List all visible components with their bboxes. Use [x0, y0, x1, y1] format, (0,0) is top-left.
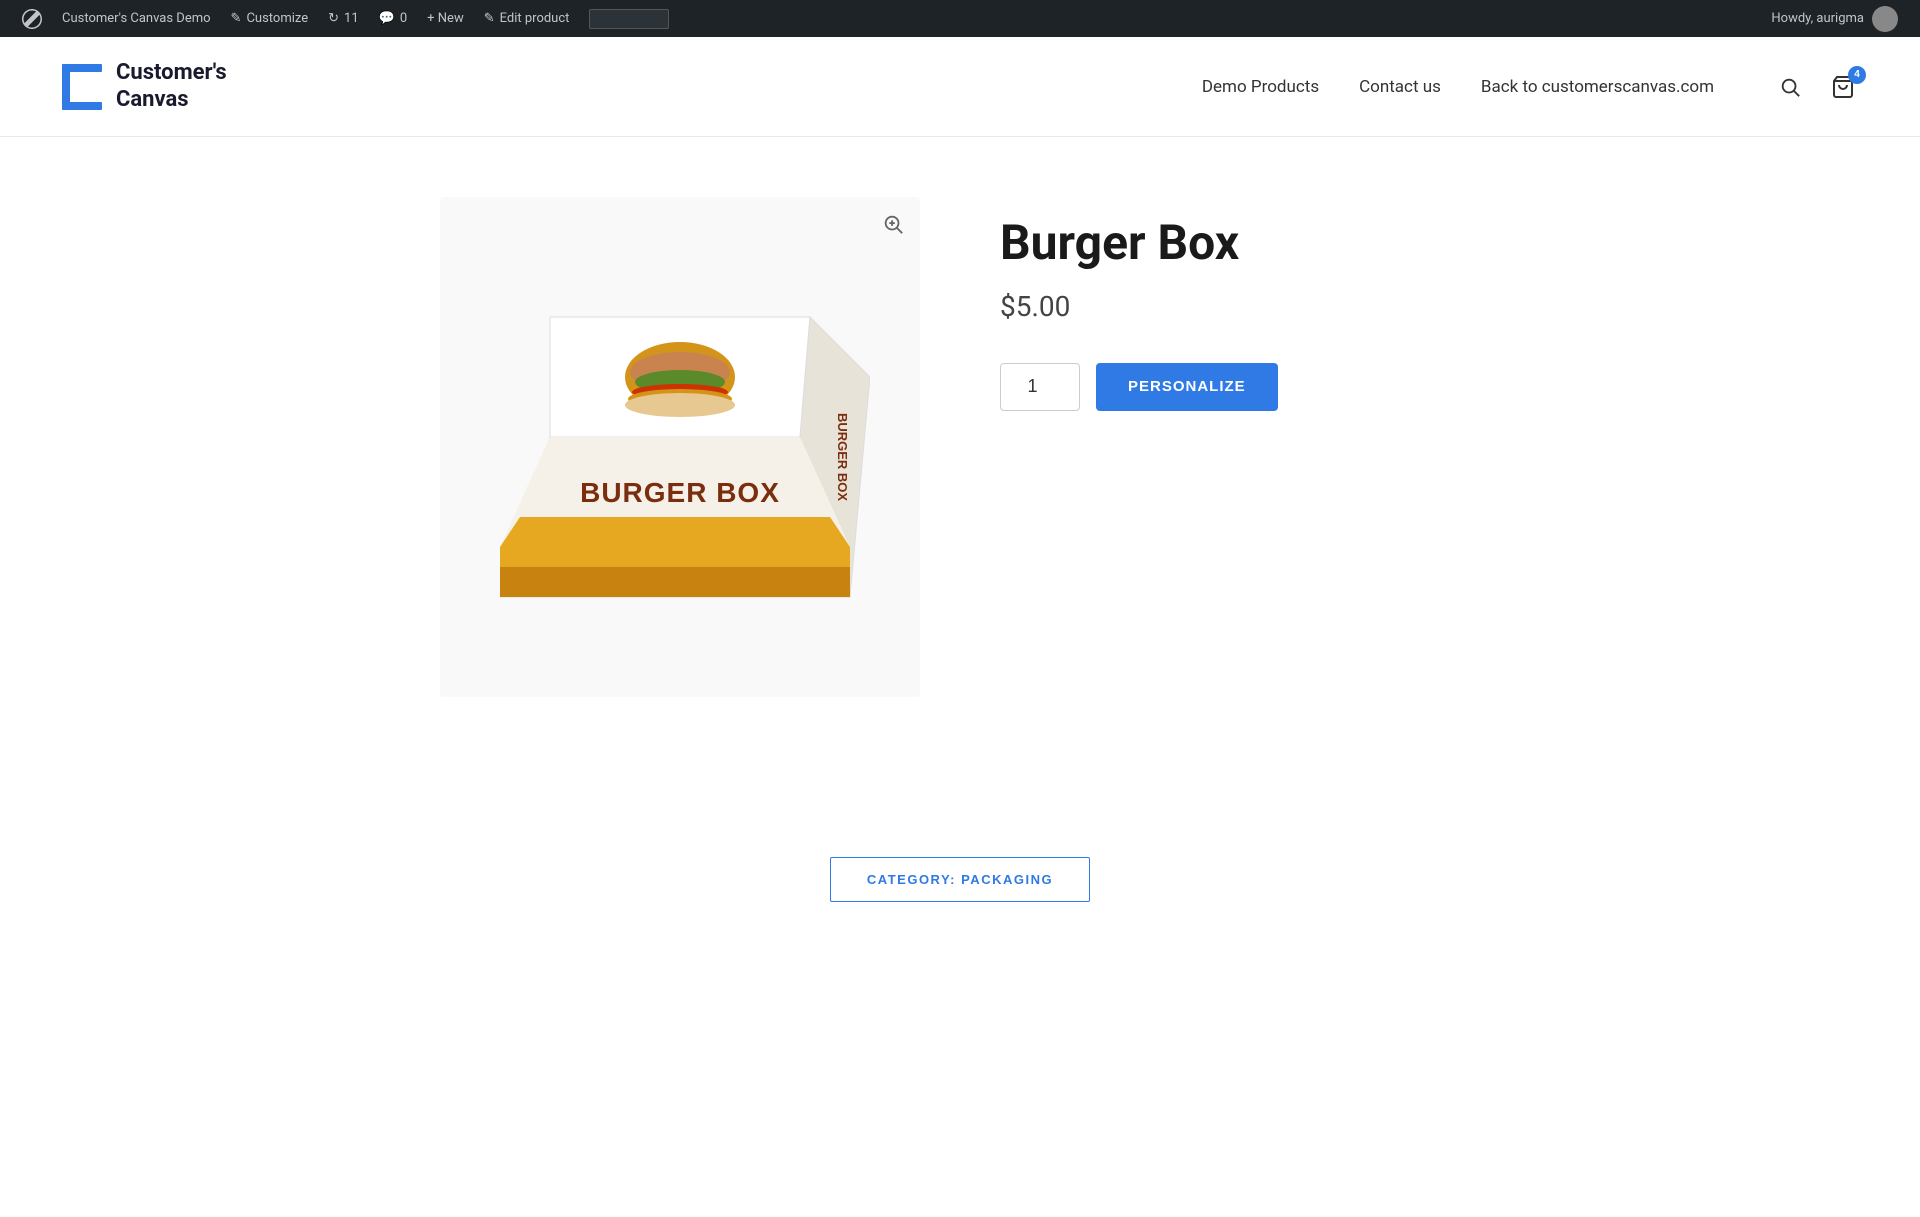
updates-count: 11 [344, 11, 359, 26]
comments-icon: 💬 [379, 11, 395, 26]
product-details: Burger Box $5.00 PERSONALIZE [1000, 197, 1480, 697]
search-icon [1779, 76, 1801, 98]
product-actions: PERSONALIZE [1000, 363, 1480, 411]
cart-count: 4 [1848, 66, 1866, 84]
new-label: + New [427, 11, 464, 26]
nav-contact-us[interactable]: Contact us [1359, 77, 1441, 97]
admin-bar-comments[interactable]: 💬 0 [369, 0, 418, 37]
nav-demo-products[interactable]: Demo Products [1202, 77, 1319, 97]
quantity-input[interactable] [1000, 363, 1080, 411]
product-page: BURGER BOX BURGER BOX Burger Box $5.00 P… [360, 137, 1560, 757]
main-nav: Demo Products Contact us Back to custome… [1202, 77, 1714, 97]
admin-bar-customize[interactable]: ✎ Customize [221, 0, 319, 37]
admin-bar-new[interactable]: + New [417, 0, 474, 37]
logo-text: Customer's Canvas [116, 60, 227, 113]
nav-back-to-site[interactable]: Back to customerscanvas.com [1481, 77, 1714, 97]
product-title: Burger Box [1000, 217, 1480, 270]
main-header: Customer's Canvas Demo Products Contact … [0, 37, 1920, 137]
logo-icon [60, 62, 104, 112]
product-image-area: BURGER BOX BURGER BOX [440, 197, 920, 697]
admin-bar-site-label: Customer's Canvas Demo [62, 11, 211, 26]
comments-label: 0 [400, 11, 407, 26]
svg-text:BURGER BOX: BURGER BOX [835, 413, 850, 501]
admin-bar-search[interactable] [579, 0, 679, 37]
admin-bar-edit-product[interactable]: ✎ Edit product [474, 0, 580, 37]
admin-bar-updates[interactable]: ↻ 11 [318, 0, 369, 37]
category-tag[interactable]: CATEGORY: PACKAGING [830, 857, 1090, 902]
header-icons: 4 [1774, 70, 1860, 104]
zoom-icon [882, 213, 904, 235]
product-price: $5.00 [1000, 290, 1480, 323]
edit-product-icon: ✎ [484, 11, 495, 26]
admin-bar: Customer's Canvas Demo ✎ Customize ↻ 11 … [0, 0, 1920, 37]
admin-bar-site[interactable]: Customer's Canvas Demo [52, 0, 221, 37]
product-image: BURGER BOX BURGER BOX [490, 237, 870, 657]
zoom-button[interactable] [882, 213, 904, 241]
search-button[interactable] [1774, 71, 1806, 103]
edit-icon: ✎ [231, 11, 242, 26]
svg-text:BURGER BOX: BURGER BOX [580, 477, 780, 508]
howdy-label: Howdy, aurigma [1771, 11, 1864, 26]
cart-button[interactable]: 4 [1826, 70, 1860, 104]
admin-bar-right: Howdy, aurigma [1761, 6, 1908, 32]
updates-icon: ↻ [328, 11, 339, 26]
edit-product-label: Edit product [500, 11, 570, 26]
admin-avatar [1872, 6, 1898, 32]
category-section: CATEGORY: PACKAGING [0, 857, 1920, 982]
admin-search-input[interactable] [589, 9, 669, 29]
customize-label: Customize [246, 11, 308, 26]
logo[interactable]: Customer's Canvas [60, 60, 227, 113]
personalize-button[interactable]: PERSONALIZE [1096, 363, 1278, 411]
admin-bar-wp[interactable] [12, 0, 52, 37]
